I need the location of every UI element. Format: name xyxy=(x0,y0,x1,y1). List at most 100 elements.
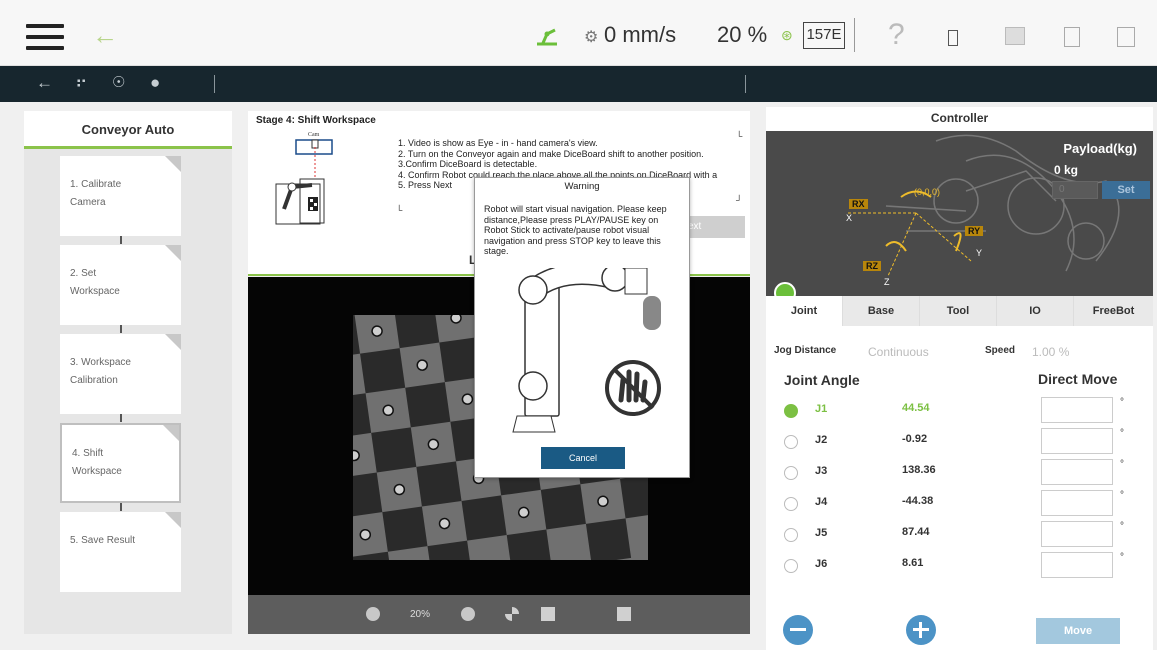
tab-joint[interactable]: Joint xyxy=(766,296,843,326)
sliders-icon[interactable]: ⠖ xyxy=(75,73,87,93)
joint-name: J3 xyxy=(815,465,828,477)
step-corner xyxy=(165,334,181,350)
joint-row: J6 8.61 ° xyxy=(784,552,1144,580)
speed-percent-readout[interactable]: 20 % xyxy=(717,22,767,48)
joint-name: J1 xyxy=(815,403,828,415)
tab-base[interactable]: Base xyxy=(843,296,920,326)
info-icon[interactable] xyxy=(1064,27,1080,47)
expand-mark-icon[interactable]: └ xyxy=(736,131,742,141)
joint-radio[interactable] xyxy=(784,466,798,480)
joint-row: J2 -0.92 ° xyxy=(784,428,1144,456)
jog-distance-label: Jog Distance xyxy=(774,345,837,356)
joint-value: -0.92 xyxy=(902,433,928,445)
direct-move-input[interactable] xyxy=(1041,521,1113,547)
clock-icon[interactable]: ☉ xyxy=(112,73,125,93)
direct-move-input[interactable] xyxy=(1041,397,1113,423)
payload-value: 0 kg xyxy=(1054,163,1079,177)
step-connector xyxy=(120,236,122,244)
minus-button[interactable] xyxy=(783,615,813,645)
jog-distance-select[interactable]: Continuous xyxy=(868,345,929,359)
document-icon[interactable] xyxy=(1117,27,1135,47)
payload-label: Payload(kg) xyxy=(1063,141,1137,156)
contrast-icon[interactable] xyxy=(505,607,519,621)
joint-radio[interactable] xyxy=(784,435,798,449)
degree-unit: ° xyxy=(1120,397,1124,408)
joint-radio[interactable] xyxy=(784,497,798,511)
joint-radio[interactable] xyxy=(784,528,798,542)
step-set-workspace[interactable]: 2. Set Workspace xyxy=(60,245,181,325)
degree-unit: ° xyxy=(1120,428,1124,439)
stepper-panel: Conveyor Auto 1. Calibrate Camera 2. Set… xyxy=(24,111,232,634)
rx-tag[interactable]: RX xyxy=(849,199,868,209)
tab-io[interactable]: IO xyxy=(997,296,1074,326)
y-axis-label: Y xyxy=(976,248,983,258)
step-connector xyxy=(120,325,122,333)
joint-radio[interactable] xyxy=(784,404,798,418)
collapse-mark-icon[interactable]: └ xyxy=(396,205,402,215)
x-axis-label: X xyxy=(846,213,853,223)
step-save-result[interactable]: 5. Save Result xyxy=(60,512,181,592)
expand-mark-icon-2[interactable]: ┘ xyxy=(736,195,742,205)
nav-bar: ← ⠖ ☉ ● xyxy=(0,66,1157,102)
plus-icon-vertical xyxy=(919,622,922,638)
move-button[interactable]: Move xyxy=(1036,618,1120,644)
controller-code[interactable]: 157E xyxy=(803,22,845,49)
back-arrow-icon[interactable]: ← xyxy=(92,22,118,48)
controller-tabs: Joint Base Tool IO FreeBot xyxy=(766,296,1153,326)
dialog-message: Robot will start visual navigation. Plea… xyxy=(484,204,667,256)
screen-icon[interactable] xyxy=(1005,27,1025,45)
direct-move-input[interactable] xyxy=(1041,490,1113,516)
controller-panel: Controller Payload(kg) 0 kg 0 Set (0,0,0… xyxy=(766,107,1153,650)
payload-input[interactable]: 0 xyxy=(1052,181,1098,199)
set-payload-button[interactable]: Set xyxy=(1102,181,1150,199)
step-label: 4. Shift Workspace xyxy=(72,448,122,477)
cancel-button[interactable]: Cancel xyxy=(541,447,625,469)
degree-unit: ° xyxy=(1120,552,1124,563)
joint-value: 8.61 xyxy=(902,557,924,569)
degree-unit: ° xyxy=(1120,459,1124,470)
joint-row: J1 44.54 ° xyxy=(784,397,1144,425)
location-pin-icon[interactable]: ● xyxy=(150,73,160,93)
direct-move-input[interactable] xyxy=(1041,428,1113,454)
step-workspace-calibration[interactable]: 3. Workspace Calibration xyxy=(60,334,181,414)
joint-angle-title: Joint Angle xyxy=(784,372,860,388)
joint-name: J2 xyxy=(815,434,828,446)
speed-label: Speed xyxy=(985,345,1016,356)
zoom-level: 20% xyxy=(410,609,431,620)
robot-3d-view: Payload(kg) 0 kg 0 Set (0,0,0) RX RY RZ … xyxy=(766,131,1153,296)
rz-tag[interactable]: RZ xyxy=(863,261,881,271)
zoom-in-icon[interactable] xyxy=(461,607,475,621)
step-shift-workspace[interactable]: 4. Shift Workspace xyxy=(60,423,181,503)
z-axis-label: Z xyxy=(884,277,890,287)
io-icon[interactable] xyxy=(948,30,958,46)
nav-back-icon[interactable]: ← xyxy=(36,73,53,93)
degree-unit: ° xyxy=(1120,521,1124,532)
ry-tag[interactable]: RY xyxy=(965,226,984,236)
joint-value: -44.38 xyxy=(902,495,934,507)
toolbar-divider xyxy=(854,18,855,52)
speed-select[interactable]: 1.00 % xyxy=(1032,345,1069,359)
plus-button[interactable] xyxy=(906,615,936,645)
video-controls: 20% xyxy=(248,595,750,634)
joint-row: J5 87.44 ° xyxy=(784,521,1144,549)
direct-move-input[interactable] xyxy=(1041,552,1113,578)
dialog-title: Warning xyxy=(564,181,600,192)
stepper-title: Conveyor Auto xyxy=(24,111,232,149)
tab-freebot[interactable]: FreeBot xyxy=(1074,296,1153,326)
step-corner xyxy=(165,245,181,261)
pause-icon[interactable] xyxy=(617,607,631,621)
joint-radio[interactable] xyxy=(784,559,798,573)
zoom-out-icon[interactable] xyxy=(366,607,380,621)
step-calibrate-camera[interactable]: 1. Calibrate Camera xyxy=(60,156,181,236)
speed-readout: 0 mm/s xyxy=(604,22,677,47)
step-label: 2. Set Workspace xyxy=(70,268,120,297)
joint-name: J5 xyxy=(815,527,828,539)
step-corner xyxy=(163,425,179,441)
tab-tool[interactable]: Tool xyxy=(920,296,997,326)
help-icon[interactable]: ? xyxy=(888,18,905,52)
menu-icon[interactable] xyxy=(26,24,64,50)
joint-row: J4 -44.38 ° xyxy=(784,490,1144,518)
joint-value: 44.54 xyxy=(902,402,930,414)
direct-move-input[interactable] xyxy=(1041,459,1113,485)
play-icon[interactable] xyxy=(541,607,555,621)
